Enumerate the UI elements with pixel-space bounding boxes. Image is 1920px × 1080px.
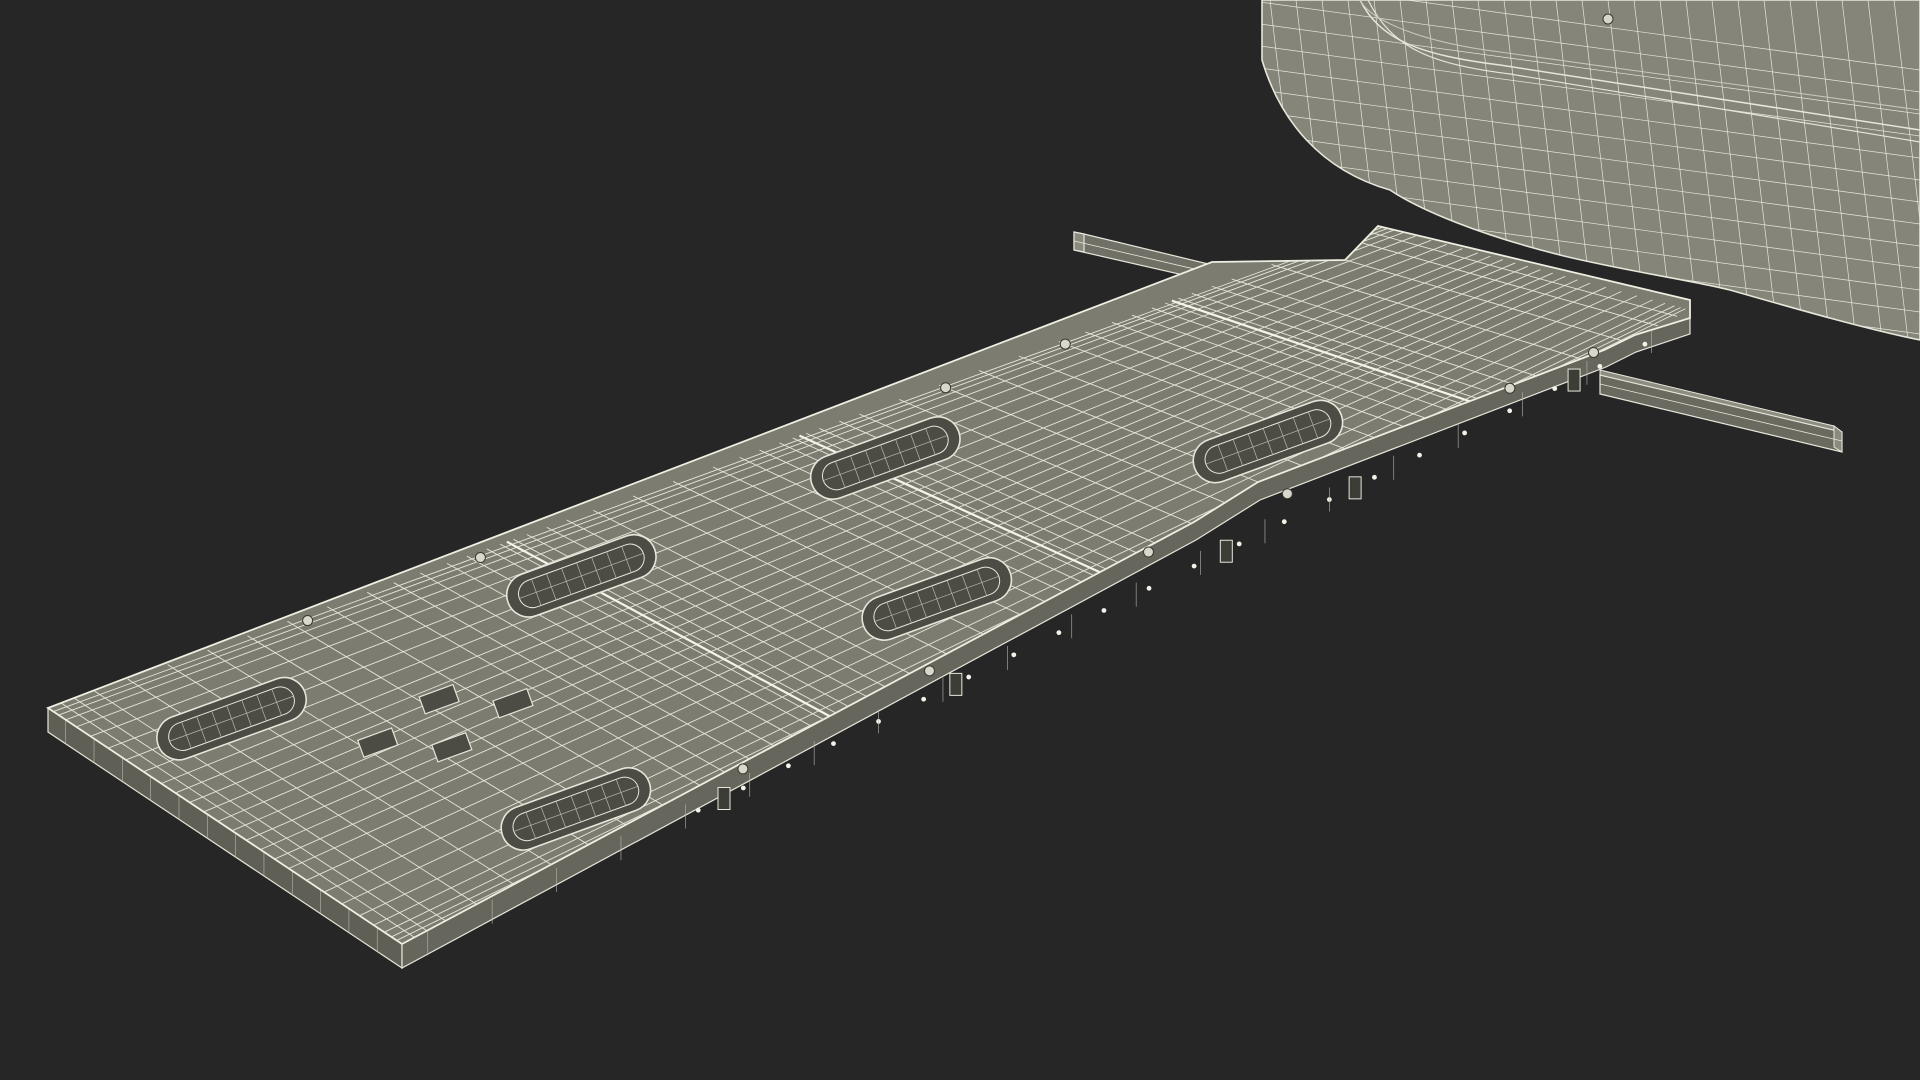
side-rivet bbox=[831, 741, 836, 747]
side-bracket bbox=[1219, 539, 1233, 563]
board-screw bbox=[940, 382, 952, 394]
board-screw bbox=[302, 615, 314, 627]
board-screw bbox=[924, 665, 936, 677]
side-rivet bbox=[1101, 608, 1107, 613]
board-screw bbox=[737, 763, 749, 775]
casing-screw bbox=[1602, 13, 1614, 25]
side-rivet bbox=[740, 785, 746, 791]
side-rivet bbox=[966, 674, 972, 680]
board-screw bbox=[1142, 546, 1154, 558]
side-rivet bbox=[1507, 408, 1513, 414]
side-bracket bbox=[717, 787, 731, 810]
side-rivet bbox=[921, 696, 927, 702]
board-top bbox=[46, 225, 1691, 946]
side-bracket bbox=[1348, 476, 1362, 500]
side-bracket bbox=[1567, 368, 1581, 392]
side-rivet bbox=[1597, 363, 1603, 369]
board-screw bbox=[1059, 338, 1071, 350]
board-screw bbox=[1281, 488, 1293, 500]
board-screw bbox=[474, 552, 486, 564]
side-rivet bbox=[1372, 474, 1377, 480]
side-rivet bbox=[1281, 519, 1287, 525]
side-rivet bbox=[1642, 341, 1648, 347]
side-rivet bbox=[1462, 430, 1467, 436]
side-rivet bbox=[786, 763, 791, 769]
side-bracket bbox=[949, 672, 963, 696]
board-screw bbox=[1588, 346, 1600, 358]
side-rivet bbox=[1236, 541, 1242, 547]
side-rivet bbox=[1056, 630, 1062, 636]
side-rivet bbox=[695, 807, 701, 813]
side-rivet bbox=[1191, 563, 1197, 569]
render-viewport bbox=[0, 0, 1920, 1080]
side-rivet bbox=[1146, 585, 1152, 591]
side-rivet bbox=[1552, 386, 1558, 391]
board-screw bbox=[1504, 382, 1516, 394]
side-rivet bbox=[1417, 452, 1422, 458]
wireframe-scene bbox=[46, 0, 1920, 970]
side-rivet bbox=[1011, 652, 1017, 658]
handle-bar-front bbox=[1599, 369, 1843, 453]
